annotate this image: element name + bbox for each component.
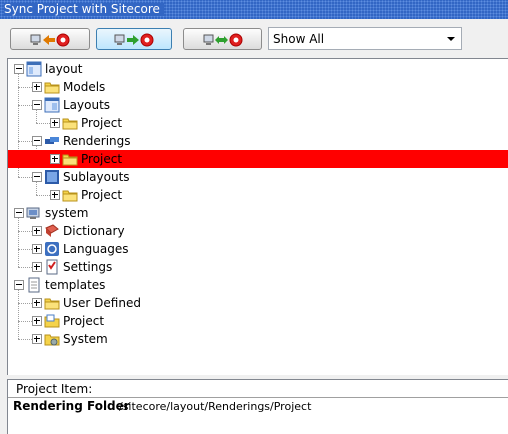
- expand-toggle-icon[interactable]: [32, 316, 42, 326]
- tree-node-label: layout: [45, 62, 83, 76]
- expand-toggle-icon[interactable]: [50, 154, 60, 164]
- tree-node-label: Models: [63, 80, 106, 94]
- tree-node[interactable]: Languages: [8, 240, 508, 258]
- collapse-toggle-icon[interactable]: [32, 100, 42, 110]
- tree-node[interactable]: User Defined: [8, 294, 508, 312]
- collapse-toggle-icon[interactable]: [32, 136, 42, 146]
- collapse-toggle-icon[interactable]: [14, 280, 24, 290]
- expand-toggle-icon[interactable]: [32, 82, 42, 92]
- tree-node-label: System: [63, 332, 108, 346]
- expand-toggle-icon[interactable]: [32, 334, 42, 344]
- project-tree[interactable]: layout Models Layouts Project Renderings Proj…: [7, 58, 508, 375]
- expand-toggle-icon[interactable]: [50, 190, 60, 200]
- filter-selected-value: Show All: [273, 32, 325, 46]
- expand-toggle-icon[interactable]: [50, 118, 60, 128]
- tree-node-label: templates: [45, 278, 106, 292]
- computer-arrow-left-stop-icon: [30, 33, 70, 47]
- tree-node-label: Project: [81, 152, 123, 166]
- project-item-caption: Project Item:: [16, 382, 93, 396]
- toolbar: Show All: [0, 19, 508, 59]
- tree-node-label: Settings: [63, 260, 113, 274]
- tree-node[interactable]: Settings: [8, 258, 508, 276]
- sync-both-ways-button[interactable]: [183, 28, 262, 50]
- computer-arrow-right-stop-icon: [114, 33, 154, 47]
- tree-node-label: User Defined: [63, 296, 141, 310]
- expand-toggle-icon[interactable]: [32, 262, 42, 272]
- tree-node-label: Dictionary: [63, 224, 125, 238]
- tree-node[interactable]: Dictionary: [8, 222, 508, 240]
- tree-node-label: Project: [81, 116, 123, 130]
- expand-toggle-icon[interactable]: [32, 298, 42, 308]
- tree-node-label: Languages: [63, 242, 129, 256]
- tree-node[interactable]: System: [8, 330, 508, 348]
- tree-node[interactable]: Layouts: [8, 96, 508, 114]
- sync-to-sitecore-button[interactable]: [96, 28, 172, 50]
- tree-node[interactable]: Sublayouts: [8, 168, 508, 186]
- tree-node-label: Sublayouts: [63, 170, 130, 184]
- tree-node-label: Project: [81, 188, 123, 202]
- expand-toggle-icon[interactable]: [32, 226, 42, 236]
- tree-node-label: Project: [63, 314, 105, 328]
- tree-node[interactable]: layout: [8, 60, 508, 78]
- tree-node[interactable]: system: [8, 204, 508, 222]
- tree-node-label: system: [45, 206, 89, 220]
- tree-node[interactable]: Project: [8, 312, 508, 330]
- project-item-panel: Project Item: Rendering Folder /sitecore…: [7, 379, 508, 434]
- item-type-label: Rendering Folder: [13, 399, 130, 413]
- filter-select[interactable]: Show All: [268, 27, 462, 50]
- tree-node[interactable]: Project: [8, 150, 508, 168]
- chevron-down-icon[interactable]: [447, 37, 455, 41]
- computer-arrow-both-stop-icon: [203, 33, 242, 47]
- tree-node[interactable]: Renderings: [8, 132, 508, 150]
- window-title: Sync Project with Sitecore: [4, 3, 164, 16]
- divider: [8, 397, 508, 398]
- collapse-toggle-icon[interactable]: [32, 172, 42, 182]
- expand-toggle-icon[interactable]: [32, 244, 42, 254]
- tree-node[interactable]: templates: [8, 276, 508, 294]
- collapse-toggle-icon[interactable]: [14, 208, 24, 218]
- tree-node[interactable]: Project: [8, 186, 508, 204]
- title-bar: Sync Project with Sitecore: [0, 0, 508, 19]
- tree-node-label: Renderings: [63, 134, 131, 148]
- tree-node[interactable]: Models: [8, 78, 508, 96]
- sync-from-sitecore-button[interactable]: [10, 28, 90, 50]
- tree-node-label: Layouts: [63, 98, 111, 112]
- tree-node[interactable]: Project: [8, 114, 508, 132]
- collapse-toggle-icon[interactable]: [14, 64, 24, 74]
- item-path-value: /sitecore/layout/Renderings/Project: [119, 400, 312, 413]
